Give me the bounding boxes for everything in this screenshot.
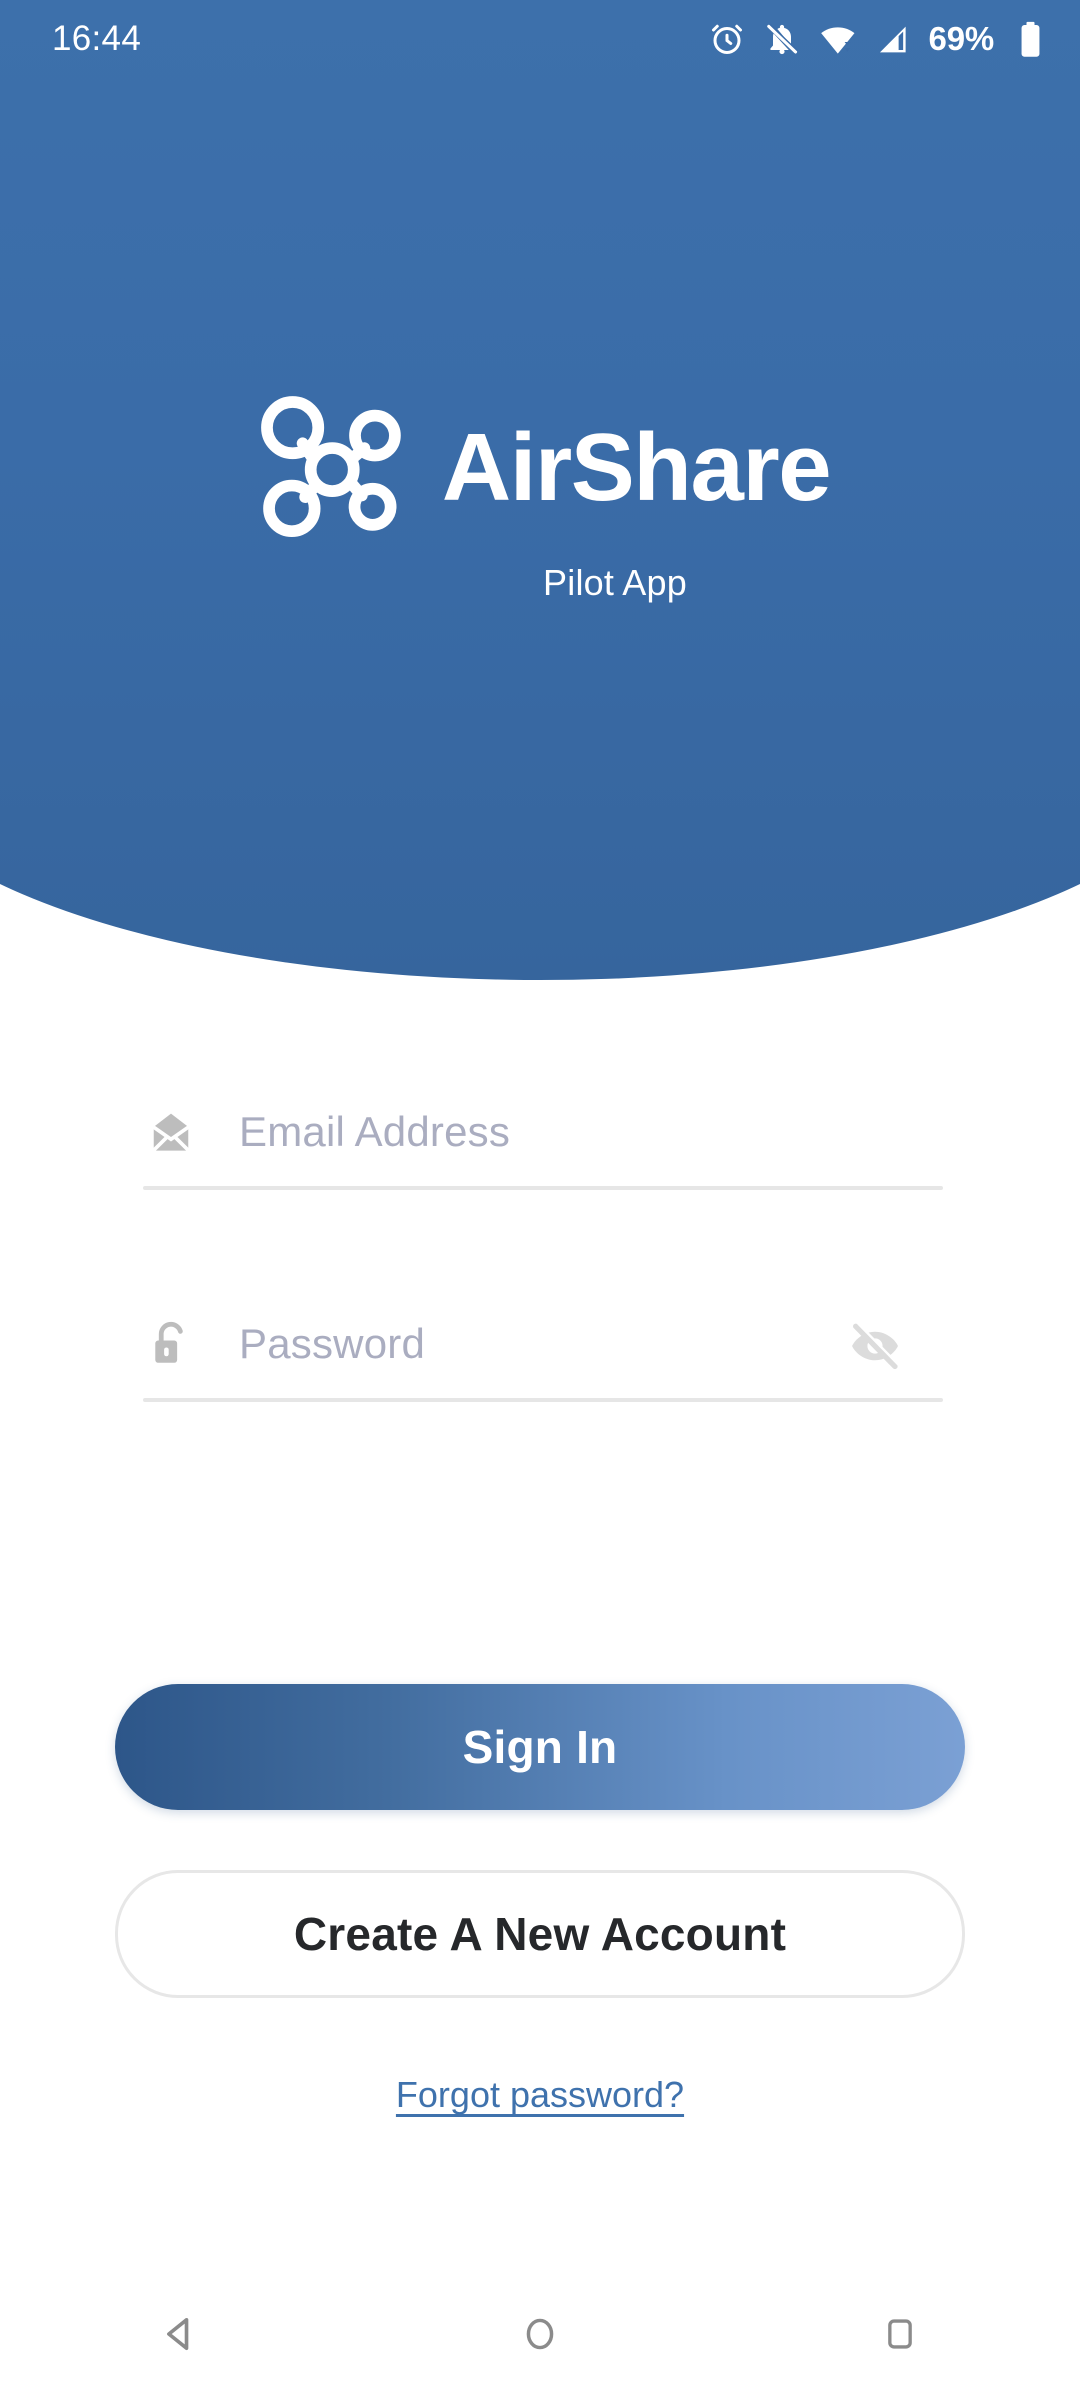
create-account-label: Create A New Account [293,1908,787,1960]
eye-off-icon[interactable] [847,1318,903,1374]
battery-icon [1015,21,1046,58]
password-field[interactable]: Password [135,1292,945,1402]
recents-nav-icon[interactable] [825,2268,975,2400]
notifications-off-icon [764,21,800,57]
drone-logo-icon [250,392,416,544]
email-field[interactable]: Email Address [135,1080,945,1190]
status-bar-icons: 69% [709,20,1046,58]
wifi-icon [819,21,856,58]
app-subtitle: Pilot App [543,562,687,603]
status-bar-clock: 16:44 [52,19,142,58]
battery-percent-label: 69% [928,20,995,57]
lock-icon [145,1318,197,1370]
password-placeholder: Password [239,1320,426,1367]
forgot-password-link[interactable]: Forgot password? [396,2074,684,2116]
action-buttons: Sign In Create A New Account Forgot pass… [0,1684,1080,2116]
alarm-icon [709,21,745,57]
sign-in-label: Sign In [462,1721,618,1773]
login-screen: 16:44 69% AirShare Pilot App Email Addre… [0,0,1080,2400]
app-title: AirShare [441,414,832,521]
create-account-button[interactable]: Create A New Account [115,1870,965,1998]
login-form: Email Address Password [0,1080,1080,1402]
brand-block: AirShare Pilot App [0,392,1080,604]
android-nav-bar [0,2268,1080,2400]
email-placeholder: Email Address [239,1108,511,1155]
cellular-signal-icon [875,22,910,57]
back-nav-icon[interactable] [105,2268,255,2400]
email-underline [143,1186,943,1190]
status-bar: 16:44 69% [0,0,1080,78]
sign-in-button[interactable]: Sign In [115,1684,965,1810]
password-underline [143,1398,943,1402]
forgot-password-row: Forgot password? [0,2074,1080,2116]
email-icon [145,1106,197,1158]
brand-row: AirShare [250,392,832,544]
home-nav-icon[interactable] [465,2268,615,2400]
